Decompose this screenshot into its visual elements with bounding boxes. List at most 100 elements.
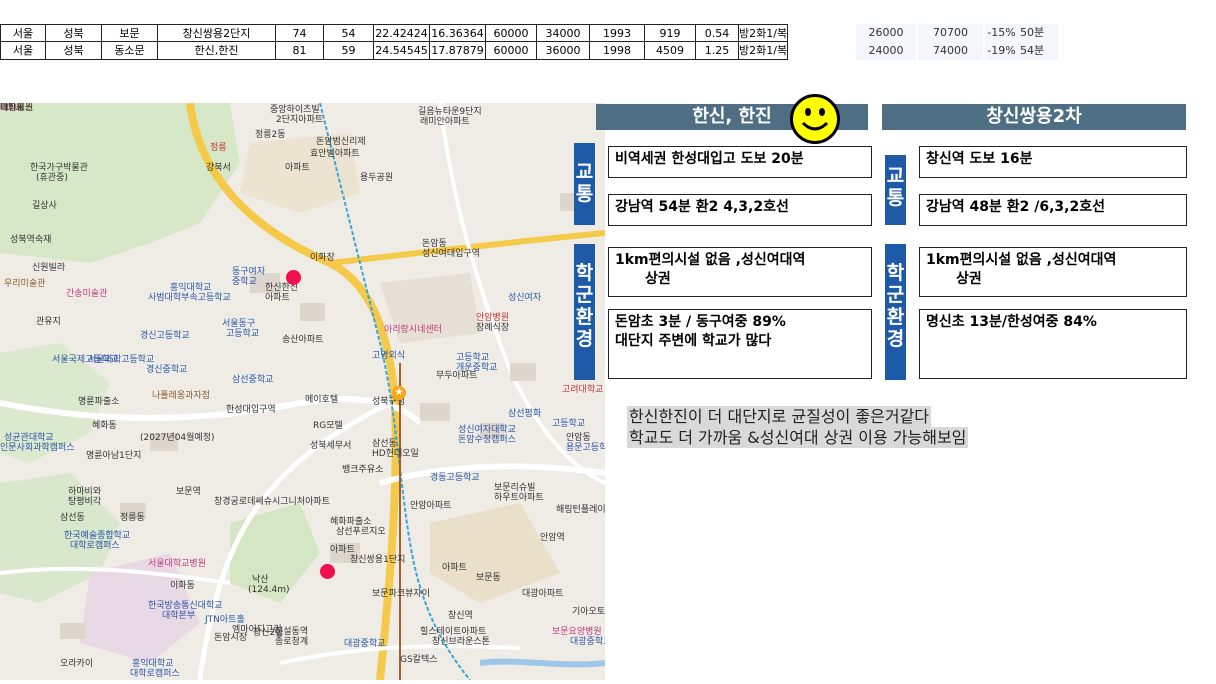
map-label: 한국예술종합학교	[64, 531, 131, 541]
table-cell[interactable]: 보문	[102, 24, 158, 42]
map-label: 힐스테이트아파트	[420, 627, 487, 637]
table-cell[interactable]: 54분	[1018, 42, 1058, 60]
map-label: 하우트아파트	[494, 493, 544, 503]
table-cell[interactable]: 50분	[1018, 24, 1058, 42]
comparison-note: 한신한진이 더 대단지로 균질성이 좋은거같다 학교도 더 가까움 &성신여대 …	[627, 406, 969, 448]
map-label: 혜화파출소	[330, 517, 372, 527]
table-cell[interactable]: 서울	[0, 42, 46, 60]
left-school-box-1: 1km편의시설 없음 ,성신여대역 상권	[608, 247, 872, 297]
map-label: 장례식장	[476, 323, 510, 333]
table-cell[interactable]: 한신,한진	[158, 42, 276, 60]
right-transport-2: 강남역 48분 환2 /6,3,2호선	[926, 199, 1105, 215]
table-cell[interactable]: 74000	[918, 42, 983, 60]
location-pin-icon	[320, 564, 335, 579]
table-cell[interactable]: -19%	[985, 42, 1018, 60]
location-pin-icon	[286, 270, 301, 285]
map-label: 돈암범신리제	[316, 137, 366, 147]
table-cell[interactable]: 24000	[856, 42, 916, 60]
table-cell[interactable]: 방2화1/복	[739, 24, 788, 42]
right-transport-box-1: 창신역 도보 16분	[919, 146, 1187, 178]
map-label: 한국방송통신대학교	[148, 601, 223, 611]
table-cell[interactable]: 81	[276, 42, 324, 60]
table-cell[interactable]: 60000	[486, 24, 537, 42]
map-label: 래미안아파트	[420, 117, 470, 127]
table-cell[interactable]: 70700	[918, 24, 983, 42]
table-cell[interactable]: 24.54545	[374, 42, 430, 60]
table-cell[interactable]: 919	[645, 24, 696, 42]
table-cell[interactable]: 성북	[46, 42, 102, 60]
map-label: 성신여자	[508, 293, 542, 303]
table-cell[interactable]: -15%	[985, 24, 1018, 42]
school-label-right: 학군환경	[885, 244, 906, 380]
map-label: 간송미술관	[66, 289, 108, 299]
school-label: 학군환경	[886, 262, 905, 350]
right-transport-1: 창신역 도보 16분	[926, 151, 1033, 167]
map-label: 아리랑시네센터	[384, 325, 442, 335]
table-cell[interactable]: 54	[324, 24, 374, 42]
left-transport-box-1: 비역세권 한성대입고 도보 20분	[608, 146, 872, 178]
map-label: 안암역	[540, 533, 565, 543]
map-label: 대학본부	[162, 611, 196, 621]
map-label: 보문요양병원	[552, 627, 602, 637]
district-office-star-icon: ★	[392, 386, 406, 400]
right-school-1b: 상권	[956, 271, 982, 287]
map-label: 경신중학교	[146, 365, 188, 375]
map-label: 창신역	[448, 611, 473, 621]
map-label: 용두공원	[360, 173, 394, 183]
table-cell[interactable]: 34000	[537, 24, 590, 42]
table-cell[interactable]: 창신쌍용2단지	[158, 24, 276, 42]
table-cell[interactable]: 26000	[856, 24, 916, 42]
table-cell[interactable]: 59	[324, 42, 374, 60]
map-label: 우리미술관	[4, 279, 46, 289]
map-label: 안암동	[566, 433, 591, 443]
map-label: 강북서	[206, 163, 231, 173]
map-label: 정릉동	[120, 513, 145, 523]
table-row[interactable]: 서울 성북 보문 창신쌍용2단지 74 54 22.42424 16.36364 60000 34…	[0, 24, 1070, 42]
right-school-box-2: 명신초 13분/한성여중 84%	[919, 309, 1187, 379]
map-label: 기아오토큐	[572, 607, 605, 617]
map-label: 아파트	[442, 563, 467, 573]
table-cell[interactable]: 4509	[645, 42, 696, 60]
table-cell[interactable]: 1.25	[696, 42, 739, 60]
map-label: 대학로캠퍼스	[70, 541, 120, 551]
table-cell[interactable]: 1993	[590, 24, 645, 42]
map-label: 나폴레옹과자점	[152, 391, 210, 401]
map-label: 대광아파트	[522, 589, 564, 599]
table-cell[interactable]: 동소문	[102, 42, 158, 60]
map-label: 서울대학교병원	[148, 559, 206, 569]
map-label: 뱅크주유소	[342, 465, 384, 475]
table-row[interactable]: 서울 성북 동소문 한신,한진 81 59 24.54545 17.87879 60000 360…	[0, 42, 1070, 60]
map-image: 중앙하이츠빌 2단지아파트 길음뉴타운9단지 래미안아파트 정릉2동 정릉 돈암범신리제 효안…	[0, 103, 605, 680]
map-label: 사범대학부속고등학교	[148, 293, 231, 303]
table-cell[interactable]: 60000	[486, 42, 537, 60]
map-label: 송산아파트	[282, 335, 324, 345]
table-cell[interactable]: 1998	[590, 42, 645, 60]
table-cell[interactable]: 서울	[0, 24, 46, 42]
table-cell[interactable]: 성북	[46, 24, 102, 42]
left-school-1b: 상권	[645, 271, 671, 287]
map-label: 성신여자대학교	[458, 425, 516, 435]
table-cell[interactable]: 74	[276, 24, 324, 42]
table-cell[interactable]: 방2화1/복	[739, 42, 788, 60]
map-label: 성신여대입구역	[422, 249, 480, 259]
table-cell[interactable]: 16.36364	[430, 24, 486, 42]
map-label: 오라카이	[60, 659, 94, 669]
table-cell[interactable]: 22.42424	[374, 24, 430, 42]
map-label: 대학로캠퍼스	[130, 669, 180, 679]
map-label: 신원빌라	[32, 263, 66, 273]
map-label: 동구여자	[232, 267, 266, 277]
table-cell[interactable]: 0.54	[696, 24, 739, 42]
map-label: 돈암시장	[214, 633, 248, 643]
map-label: 한성대입구역	[226, 405, 276, 415]
map-label: 인문사회과학캠퍼스	[0, 443, 75, 453]
table-cell[interactable]: 17.87879	[430, 42, 486, 60]
map-label: 낙산공원	[0, 103, 34, 113]
map-label: 명륜아남1단지	[86, 451, 142, 461]
transport-label-left: 교통	[574, 143, 595, 225]
right-school-2a: 명신초 13분/한성여중 84%	[926, 314, 1097, 330]
table-cell[interactable]: 36000	[537, 42, 590, 60]
note-line-1: 한신한진이 더 대단지로 균질성이 좋은거같다	[627, 406, 932, 427]
map-label: 성균관대학교	[4, 433, 54, 443]
map-label: 길상사	[32, 201, 57, 211]
map-label: 해링턴플레이스	[556, 505, 605, 515]
